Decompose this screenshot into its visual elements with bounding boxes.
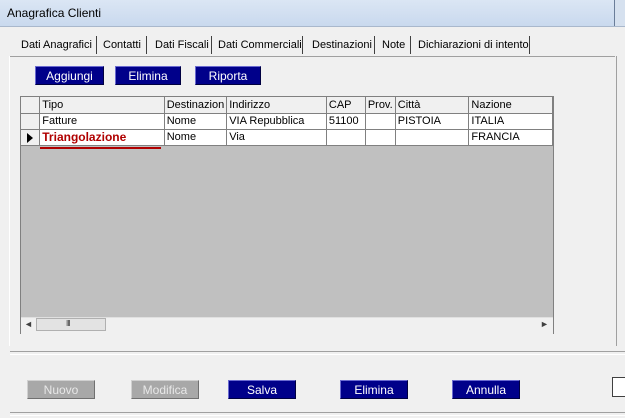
cell-destinazione[interactable]: Nome [164,129,228,146]
cell-cap[interactable] [326,129,366,146]
tab-separator [211,36,212,54]
column-header-nazione[interactable]: Nazione [468,97,553,114]
scrollbar-thumb[interactable] [36,318,106,331]
row-indicator[interactable] [21,129,41,146]
tab-dati-commerciali[interactable]: Dati Commerciali [215,37,305,54]
tab-separator [96,36,97,54]
cell-indirizzo[interactable]: Via [226,129,327,146]
column-header-prov[interactable]: Prov. [365,97,396,114]
checkbox[interactable] [612,377,625,397]
cell-indirizzo[interactable]: VIA Repubblica [226,113,327,130]
cell-tipo[interactable]: Fatture [39,113,165,130]
scroll-right-arrow-icon[interactable]: ► [540,319,549,329]
cell-citta[interactable] [395,129,470,146]
row-indicator[interactable] [21,113,41,130]
delete-row-button[interactable]: Elimina [115,66,181,85]
cell-prov[interactable] [365,113,396,130]
tab-separator [146,36,147,54]
cell-tipo[interactable]: Triangolazione [39,129,165,146]
grid-header-row: Tipo Destinazion Indirizzo CAP Prov. Cit… [21,97,553,114]
window-title: Anagrafica Clienti [7,6,102,20]
new-button[interactable]: Nuovo [27,380,95,399]
tab-separator [302,36,303,54]
destinations-grid[interactable]: Tipo Destinazion Indirizzo CAP Prov. Cit… [20,96,554,334]
add-button[interactable]: Aggiungi [35,66,104,85]
cell-nazione[interactable]: FRANCIA [468,129,553,146]
tab-dati-fiscali[interactable]: Dati Fiscali [152,37,212,54]
scrollbar-grip-icon: III [66,319,71,328]
cell-cap[interactable]: 51100 [326,113,366,130]
tab-note[interactable]: Note [379,37,408,54]
tab-separator [410,36,411,54]
cell-prov[interactable] [365,129,396,146]
column-header-tipo[interactable]: Tipo [39,97,165,114]
tab-separator [529,36,530,54]
delete-button[interactable]: Elimina [340,380,408,399]
edit-button[interactable]: Modifica [131,380,199,399]
scroll-left-arrow-icon[interactable]: ◄ [24,319,33,329]
cell-destinazione[interactable]: Nome [164,113,228,130]
divider [10,351,625,355]
window-edge [614,0,625,26]
copy-button[interactable]: Riporta [195,66,261,85]
tab-destinazioni[interactable]: Destinazioni [309,37,375,54]
column-header-citta[interactable]: Città [395,97,470,114]
column-header-destinazione[interactable]: Destinazion [164,97,228,114]
cell-citta[interactable]: PISTOIA [395,113,470,130]
tab-contatti[interactable]: Contatti [100,37,144,54]
row-indicator-header [21,97,41,114]
column-header-cap[interactable]: CAP [326,97,366,114]
divider [10,412,625,416]
tab-dati-anagrafici[interactable]: Dati Anagrafici [18,37,95,54]
tab-dichiarazioni-di-intento[interactable]: Dichiarazioni di intento [415,37,532,54]
highlight-underline [40,147,161,149]
cell-nazione[interactable]: ITALIA [468,113,553,130]
column-header-indirizzo[interactable]: Indirizzo [226,97,327,114]
current-row-arrow-icon [27,132,33,143]
cancel-button[interactable]: Annulla [452,380,520,399]
save-button[interactable]: Salva [228,380,296,399]
table-row[interactable]: Triangolazione Nome Via FRANCIA [21,129,553,146]
table-row[interactable]: Fatture Nome VIA Repubblica 51100 PISTOI… [21,113,553,130]
tab-separator [374,36,375,54]
